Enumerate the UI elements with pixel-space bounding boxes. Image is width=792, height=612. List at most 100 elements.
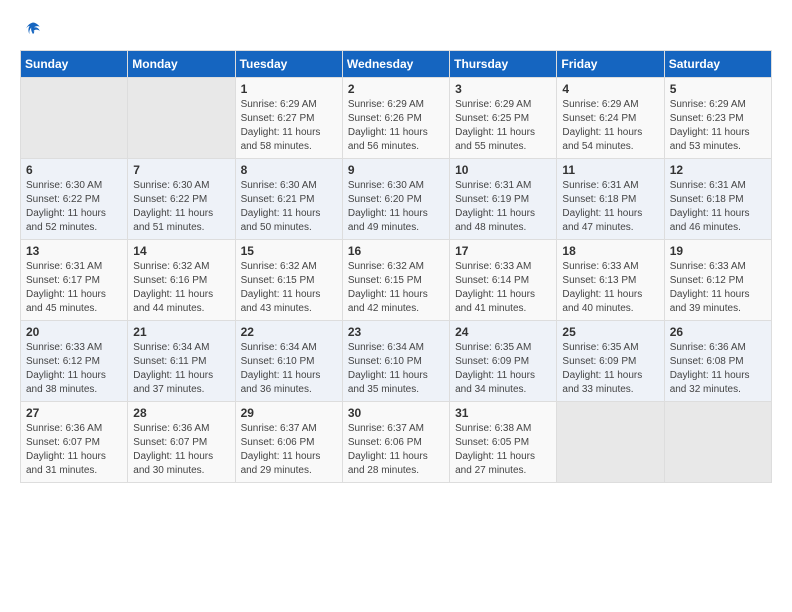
calendar-cell: 16 Sunrise: 6:32 AM Sunset: 6:15 PM Dayli… bbox=[342, 240, 449, 321]
calendar-week-row: 13Sunrise: 6:31 AM Sunset: 6:17 PM Dayli… bbox=[21, 240, 772, 321]
day-info: Sunrise: 6:33 AM Sunset: 6:13 PM Dayligh… bbox=[562, 260, 658, 316]
calendar-cell: 10 Sunrise: 6:31 AM Sunset: 6:19 PM Dayli… bbox=[450, 159, 557, 240]
calendar-cell: 19 Sunrise: 6:33 AM Sunset: 6:12 PM Dayli… bbox=[664, 240, 771, 321]
calendar-week-row: 27 Sunrise: 6:36 AM Sunset: 6:07 PM Dayli… bbox=[21, 402, 772, 483]
day-number: 20 bbox=[26, 325, 122, 339]
day-info: Sunrise: 6:36 AM Sunset: 6:07 PM Dayligh… bbox=[26, 422, 122, 478]
day-info: Sunrise: 6:32 AM Sunset: 6:15 PM Dayligh… bbox=[348, 260, 444, 316]
day-info: Sunrise: 6:34 AM Sunset: 6:10 PM Dayligh… bbox=[348, 341, 444, 397]
day-info: Sunrise: 6:31 AM Sunset: 6:18 PM Dayligh… bbox=[562, 179, 658, 235]
day-info: Sunrise: 6:32 AM Sunset: 6:16 PM Dayligh… bbox=[133, 260, 229, 316]
day-number: 1 bbox=[241, 82, 337, 96]
page-header bbox=[20, 20, 772, 40]
calendar-cell: 27 Sunrise: 6:36 AM Sunset: 6:07 PM Dayli… bbox=[21, 402, 128, 483]
day-info: Sunrise: 6:34 AM Sunset: 6:11 PM Dayligh… bbox=[133, 341, 229, 397]
calendar-table: SundayMondayTuesdayWednesdayThursdayFrid… bbox=[20, 50, 772, 483]
calendar-cell: 17 Sunrise: 6:33 AM Sunset: 6:14 PM Dayli… bbox=[450, 240, 557, 321]
day-info: Sunrise: 6:32 AM Sunset: 6:15 PM Dayligh… bbox=[241, 260, 337, 316]
day-number: 3 bbox=[455, 82, 551, 96]
calendar-cell bbox=[557, 402, 664, 483]
weekday-header: Saturday bbox=[664, 51, 771, 78]
calendar-cell: 14 Sunrise: 6:32 AM Sunset: 6:16 PM Dayli… bbox=[128, 240, 235, 321]
day-number: 7 bbox=[133, 163, 229, 177]
day-info: Sunrise: 6:31 AM Sunset: 6:18 PM Dayligh… bbox=[670, 179, 766, 235]
calendar-cell: 6 Sunrise: 6:30 AM Sunset: 6:22 PM Daylig… bbox=[21, 159, 128, 240]
day-number: 9 bbox=[348, 163, 444, 177]
day-number: 28 bbox=[133, 406, 229, 420]
weekday-header: Thursday bbox=[450, 51, 557, 78]
weekday-header: Monday bbox=[128, 51, 235, 78]
calendar-cell: 23 Sunrise: 6:34 AM Sunset: 6:10 PM Dayli… bbox=[342, 321, 449, 402]
day-info: Sunrise: 6:30 AM Sunset: 6:21 PM Dayligh… bbox=[241, 179, 337, 235]
day-number: 14 bbox=[133, 244, 229, 258]
day-number: 19 bbox=[670, 244, 766, 258]
day-number: 10 bbox=[455, 163, 551, 177]
day-info: Sunrise: 6:29 AM Sunset: 6:27 PM Dayligh… bbox=[241, 98, 337, 154]
day-number: 23 bbox=[348, 325, 444, 339]
day-info: Sunrise: 6:38 AM Sunset: 6:05 PM Dayligh… bbox=[455, 422, 551, 478]
day-info: Sunrise: 6:37 AM Sunset: 6:06 PM Dayligh… bbox=[241, 422, 337, 478]
day-info: Sunrise: 6:31 AM Sunset: 6:19 PM Dayligh… bbox=[455, 179, 551, 235]
calendar-week-row: 1 Sunrise: 6:29 AM Sunset: 6:27 PM Daylig… bbox=[21, 78, 772, 159]
day-number: 29 bbox=[241, 406, 337, 420]
day-number: 25 bbox=[562, 325, 658, 339]
calendar-cell: 24 Sunrise: 6:35 AM Sunset: 6:09 PM Dayli… bbox=[450, 321, 557, 402]
calendar-cell: 1 Sunrise: 6:29 AM Sunset: 6:27 PM Daylig… bbox=[235, 78, 342, 159]
calendar-cell: 29 Sunrise: 6:37 AM Sunset: 6:06 PM Dayli… bbox=[235, 402, 342, 483]
day-number: 15 bbox=[241, 244, 337, 258]
calendar-cell: 26 Sunrise: 6:36 AM Sunset: 6:08 PM Dayli… bbox=[664, 321, 771, 402]
day-info: Sunrise: 6:29 AM Sunset: 6:24 PM Dayligh… bbox=[562, 98, 658, 154]
day-info: Sunrise: 6:29 AM Sunset: 6:23 PM Dayligh… bbox=[670, 98, 766, 154]
calendar-cell: 21 Sunrise: 6:34 AM Sunset: 6:11 PM Dayli… bbox=[128, 321, 235, 402]
day-info: Sunrise: 6:35 AM Sunset: 6:09 PM Dayligh… bbox=[455, 341, 551, 397]
calendar-cell: 30 Sunrise: 6:37 AM Sunset: 6:06 PM Dayli… bbox=[342, 402, 449, 483]
calendar-header-row: SundayMondayTuesdayWednesdayThursdayFrid… bbox=[21, 51, 772, 78]
day-info: Sunrise: 6:36 AM Sunset: 6:08 PM Dayligh… bbox=[670, 341, 766, 397]
calendar-cell: 25Sunrise: 6:35 AM Sunset: 6:09 PM Dayli… bbox=[557, 321, 664, 402]
day-number: 4 bbox=[562, 82, 658, 96]
day-number: 6 bbox=[26, 163, 122, 177]
day-number: 18 bbox=[562, 244, 658, 258]
day-number: 27 bbox=[26, 406, 122, 420]
weekday-header: Tuesday bbox=[235, 51, 342, 78]
calendar-cell: 28Sunrise: 6:36 AM Sunset: 6:07 PM Dayli… bbox=[128, 402, 235, 483]
day-number: 8 bbox=[241, 163, 337, 177]
logo-bird-icon bbox=[23, 20, 43, 40]
day-number: 24 bbox=[455, 325, 551, 339]
day-info: Sunrise: 6:33 AM Sunset: 6:12 PM Dayligh… bbox=[670, 260, 766, 316]
calendar-body: 1 Sunrise: 6:29 AM Sunset: 6:27 PM Daylig… bbox=[21, 78, 772, 483]
calendar-week-row: 6 Sunrise: 6:30 AM Sunset: 6:22 PM Daylig… bbox=[21, 159, 772, 240]
day-info: Sunrise: 6:33 AM Sunset: 6:14 PM Dayligh… bbox=[455, 260, 551, 316]
day-number: 13 bbox=[26, 244, 122, 258]
day-number: 30 bbox=[348, 406, 444, 420]
calendar-cell: 2Sunrise: 6:29 AM Sunset: 6:26 PM Daylig… bbox=[342, 78, 449, 159]
day-number: 12 bbox=[670, 163, 766, 177]
calendar-cell bbox=[21, 78, 128, 159]
calendar-cell: 5Sunrise: 6:29 AM Sunset: 6:23 PM Daylig… bbox=[664, 78, 771, 159]
day-number: 26 bbox=[670, 325, 766, 339]
day-info: Sunrise: 6:33 AM Sunset: 6:12 PM Dayligh… bbox=[26, 341, 122, 397]
calendar-cell: 7 Sunrise: 6:30 AM Sunset: 6:22 PM Daylig… bbox=[128, 159, 235, 240]
weekday-header: Friday bbox=[557, 51, 664, 78]
calendar-cell bbox=[128, 78, 235, 159]
day-number: 16 bbox=[348, 244, 444, 258]
calendar-cell: 3Sunrise: 6:29 AM Sunset: 6:25 PM Daylig… bbox=[450, 78, 557, 159]
day-number: 31 bbox=[455, 406, 551, 420]
day-info: Sunrise: 6:30 AM Sunset: 6:22 PM Dayligh… bbox=[133, 179, 229, 235]
day-info: Sunrise: 6:37 AM Sunset: 6:06 PM Dayligh… bbox=[348, 422, 444, 478]
calendar-cell: 31 Sunrise: 6:38 AM Sunset: 6:05 PM Dayli… bbox=[450, 402, 557, 483]
calendar-cell: 8 Sunrise: 6:30 AM Sunset: 6:21 PM Daylig… bbox=[235, 159, 342, 240]
weekday-header: Sunday bbox=[21, 51, 128, 78]
day-info: Sunrise: 6:29 AM Sunset: 6:26 PM Dayligh… bbox=[348, 98, 444, 154]
weekday-header: Wednesday bbox=[342, 51, 449, 78]
logo bbox=[20, 20, 43, 40]
day-number: 21 bbox=[133, 325, 229, 339]
calendar-cell: 13Sunrise: 6:31 AM Sunset: 6:17 PM Dayli… bbox=[21, 240, 128, 321]
calendar-cell: 9 Sunrise: 6:30 AM Sunset: 6:20 PM Daylig… bbox=[342, 159, 449, 240]
day-number: 17 bbox=[455, 244, 551, 258]
calendar-cell: 4 Sunrise: 6:29 AM Sunset: 6:24 PM Daylig… bbox=[557, 78, 664, 159]
day-info: Sunrise: 6:30 AM Sunset: 6:22 PM Dayligh… bbox=[26, 179, 122, 235]
calendar-cell: 22Sunrise: 6:34 AM Sunset: 6:10 PM Dayli… bbox=[235, 321, 342, 402]
calendar-cell bbox=[664, 402, 771, 483]
day-info: Sunrise: 6:30 AM Sunset: 6:20 PM Dayligh… bbox=[348, 179, 444, 235]
